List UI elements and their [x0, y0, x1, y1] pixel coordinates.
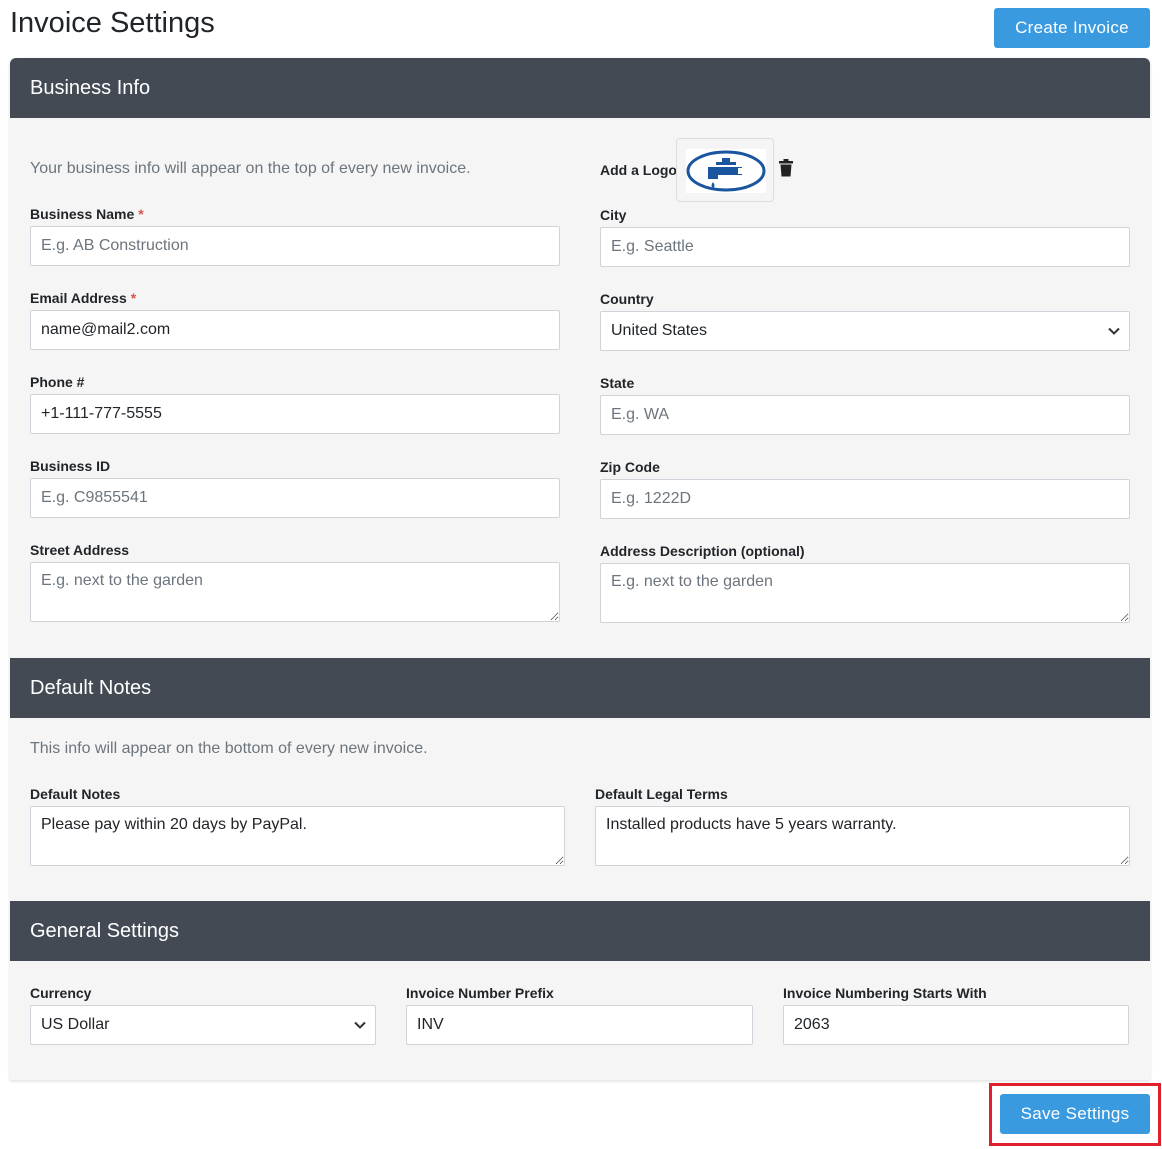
chevron-down-icon: [354, 1021, 366, 1029]
phone-input[interactable]: [30, 394, 560, 434]
save-settings-button[interactable]: Save Settings: [1000, 1094, 1150, 1134]
logo-upload[interactable]: [676, 138, 774, 202]
page-title: Invoice Settings: [10, 7, 215, 39]
legal-terms-input[interactable]: Installed products have 5 years warranty…: [595, 806, 1130, 866]
legal-terms-label: Default Legal Terms: [595, 786, 728, 802]
currency-select[interactable]: US Dollar: [30, 1005, 376, 1045]
business-name-input[interactable]: [30, 226, 560, 266]
logo-image: [686, 149, 766, 193]
default-notes-label: Default Notes: [30, 786, 121, 802]
email-field[interactable]: [30, 310, 560, 350]
numbering-start-input[interactable]: [783, 1005, 1129, 1045]
address-description-input[interactable]: [600, 563, 1130, 623]
country-select-value: United States: [611, 322, 708, 339]
section-header-default-notes: Default Notes: [10, 658, 1150, 718]
invoice-prefix-label: Invoice Number Prefix: [406, 985, 554, 1001]
address-description-label: Address Description (optional): [600, 543, 805, 559]
state-label: State: [600, 375, 635, 391]
business-id-label: Business ID: [30, 458, 111, 474]
street-address-label: Street Address: [30, 542, 130, 558]
phone-label: Phone #: [30, 374, 85, 390]
business-id-input[interactable]: [30, 478, 560, 518]
trash-icon[interactable]: [778, 159, 794, 177]
zip-code-input[interactable]: [600, 479, 1130, 519]
country-label: Country: [600, 291, 654, 307]
business-info-description: Your business info will appear on the to…: [30, 160, 471, 177]
invoice-prefix-input[interactable]: [406, 1005, 753, 1045]
country-select[interactable]: United States: [600, 311, 1130, 351]
zip-code-label: Zip Code: [600, 459, 660, 475]
default-notes-input[interactable]: Please pay within 20 days by PayPal.: [30, 806, 565, 866]
default-notes-description: This info will appear on the bottom of e…: [30, 740, 428, 757]
city-label: City: [600, 207, 627, 223]
create-invoice-button[interactable]: Create Invoice: [994, 8, 1150, 48]
section-header-general-settings: General Settings: [10, 901, 1150, 961]
section-header-business-info: Business Info: [10, 58, 1150, 118]
currency-select-value: US Dollar: [41, 1016, 110, 1033]
add-logo-label: Add a Logo: [600, 162, 677, 178]
business-name-label: Business Name *: [30, 206, 144, 222]
state-input[interactable]: [600, 395, 1130, 435]
email-label: Email Address *: [30, 290, 137, 306]
numbering-start-label: Invoice Numbering Starts With: [783, 985, 987, 1001]
chevron-down-icon: [1108, 327, 1120, 335]
city-input[interactable]: [600, 227, 1130, 267]
street-address-input[interactable]: [30, 562, 560, 622]
settings-card: Business Info Your business info will ap…: [10, 58, 1150, 1080]
currency-label: Currency: [30, 985, 92, 1001]
